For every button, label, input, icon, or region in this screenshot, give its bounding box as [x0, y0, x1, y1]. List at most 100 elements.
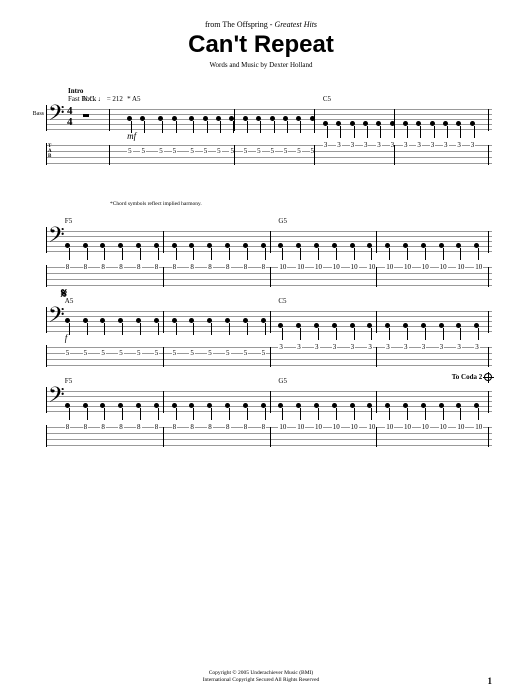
barline — [163, 347, 164, 367]
barline — [109, 109, 110, 131]
notehead — [158, 116, 163, 121]
notehead — [456, 403, 461, 408]
tab-fret-number: 5 — [296, 148, 302, 155]
tab-fret-number: 10 — [474, 424, 483, 431]
tab-fret-number: 8 — [243, 424, 249, 431]
barline — [163, 231, 164, 253]
barline — [488, 231, 489, 253]
notehead — [474, 323, 479, 328]
tab-fret-number: 3 — [430, 142, 436, 149]
barline — [488, 391, 489, 413]
notehead — [350, 243, 355, 248]
tab-fret-number: 3 — [403, 142, 409, 149]
tab-fret-number: 8 — [172, 264, 178, 271]
notehead — [243, 243, 248, 248]
notehead — [225, 243, 230, 248]
system-2: 𝄢F5G588888888888810101010101010101010101… — [30, 227, 492, 287]
tab-fret-number: 5 — [189, 148, 195, 155]
chord-symbol: N.C. — [83, 95, 96, 103]
notation-staff: 𝄢F5G5 — [46, 227, 492, 253]
instrument-label: Bass — [30, 105, 46, 117]
notehead — [118, 243, 123, 248]
barline — [163, 391, 164, 413]
tab-fret-number: 3 — [421, 344, 427, 351]
barline — [376, 391, 377, 413]
tab-fret-number: 5 — [154, 350, 160, 357]
instrument-label — [30, 307, 46, 313]
tab-fret-number: 8 — [154, 424, 160, 431]
notehead — [172, 318, 177, 323]
notation-staff: 𝄢A5C5f𝄋 — [46, 307, 492, 333]
section-label: Intro — [68, 87, 492, 95]
notehead — [439, 403, 444, 408]
notation-staff: 𝄢F5G5To Coda 2 — [46, 387, 492, 413]
barline — [488, 427, 489, 447]
notehead — [332, 243, 337, 248]
from-prefix: from The Offspring - — [205, 20, 274, 29]
notehead — [278, 403, 283, 408]
notehead — [296, 243, 301, 248]
notehead — [216, 116, 221, 121]
tab-fret-number: 8 — [118, 264, 124, 271]
notehead — [367, 403, 372, 408]
tab-fret-number: 8 — [136, 264, 142, 271]
notehead — [261, 403, 266, 408]
tab-fret-number: 8 — [100, 424, 106, 431]
tab-fret-number: 10 — [456, 264, 465, 271]
notehead — [456, 243, 461, 248]
notehead — [350, 121, 355, 126]
tab-fret-number: 5 — [158, 148, 164, 155]
tab-staff: 555555555555333333333333 — [46, 345, 492, 367]
barline — [234, 145, 235, 165]
notehead — [421, 323, 426, 328]
notehead — [363, 121, 368, 126]
tab-fret-number: 8 — [136, 424, 142, 431]
tab-fret-number: 8 — [225, 424, 231, 431]
barline — [376, 311, 377, 333]
chord-symbol: G5 — [278, 377, 287, 385]
notehead — [100, 318, 105, 323]
notehead — [385, 323, 390, 328]
tab-fret-number: 8 — [207, 264, 213, 271]
notehead — [314, 403, 319, 408]
tab-staff: 888888888888101010101010101010101010 — [46, 425, 492, 447]
notehead — [225, 318, 230, 323]
notehead — [172, 243, 177, 248]
chord-symbol: F5 — [65, 377, 72, 385]
tab-staff: 888888888888101010101010101010101010 — [46, 265, 492, 287]
tab-fret-number: 10 — [296, 264, 305, 271]
notehead — [443, 121, 448, 126]
notehead — [350, 323, 355, 328]
system-3: 𝄢A5C5f𝄋555555555555333333333333 — [30, 307, 492, 367]
tab-fret-number: 10 — [403, 424, 412, 431]
barline — [163, 427, 164, 447]
coda-icon — [484, 373, 492, 381]
tab-fret-number: 10 — [296, 424, 305, 431]
tab-fret-number: 5 — [172, 148, 178, 155]
instrument-label — [30, 227, 46, 233]
tab-fret-number: 5 — [283, 148, 289, 155]
barline — [234, 109, 235, 131]
tab-fret-number: 5 — [172, 350, 178, 357]
barline — [270, 427, 271, 447]
notehead — [243, 116, 248, 121]
tab-fret-number: 5 — [118, 350, 124, 357]
tab-fret-number: 5 — [65, 350, 71, 357]
tab-fret-number: 10 — [314, 424, 323, 431]
tab-fret-number: 10 — [350, 264, 359, 271]
notehead — [367, 323, 372, 328]
tab-fret-number: 8 — [189, 264, 195, 271]
tab-fret-number: 8 — [154, 264, 160, 271]
notehead — [189, 318, 194, 323]
barline — [394, 145, 395, 165]
barline — [314, 145, 315, 165]
tab-fret-number: 3 — [278, 344, 284, 351]
barline — [488, 347, 489, 367]
notehead — [439, 323, 444, 328]
notehead — [367, 243, 372, 248]
notehead — [430, 121, 435, 126]
instrument-label — [30, 387, 46, 393]
bass-clef-icon: 𝄢 — [48, 305, 65, 331]
tab-fret-number: 8 — [243, 264, 249, 271]
tab-fret-number: 5 — [270, 148, 276, 155]
